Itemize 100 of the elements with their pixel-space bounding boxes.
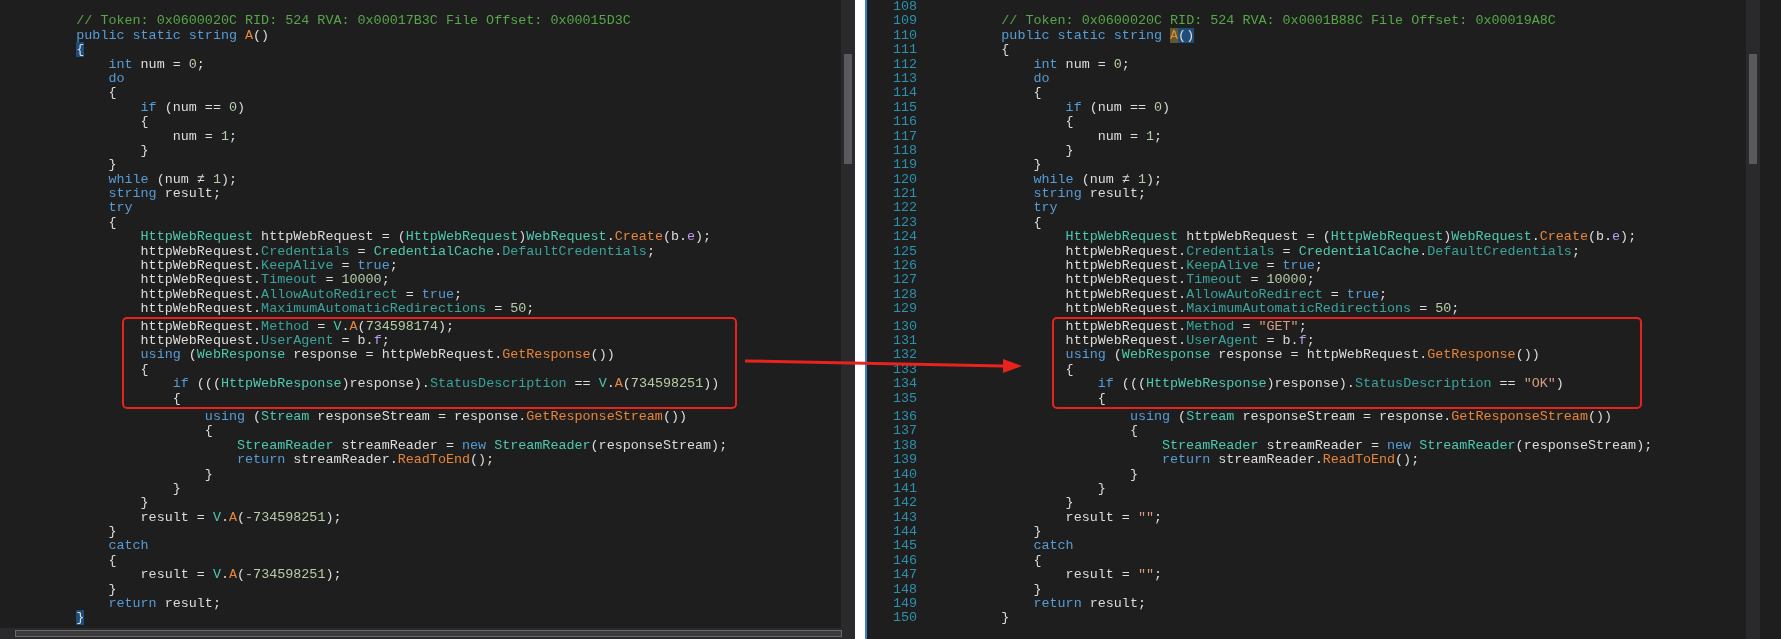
code-line: int num = 0;	[1033, 56, 1130, 72]
line-number: 113	[892, 70, 918, 86]
line-number: 149	[892, 596, 918, 611]
code-line: httpWebRequest.AllowAutoRedirect = true;	[140, 286, 463, 302]
line-number: 119	[892, 157, 918, 173]
code-line: while (num ≠ 1);	[1033, 171, 1163, 187]
code-line: using (Stream responseStream = response.GetResponseStream())	[1129, 408, 1613, 424]
code-line: try	[108, 200, 133, 216]
vertical-scrollbar[interactable]	[1746, 0, 1760, 639]
line-number: 115	[892, 99, 918, 115]
line-number: 144	[892, 524, 918, 540]
code-line: httpWebRequest.AllowAutoRedirect = true;	[1065, 286, 1388, 302]
code-line: {	[1033, 552, 1042, 568]
code-line: // Token: 0x0600020C RID: 524 RVA: 0x00017B3C File Offset: 0x00015D3C	[76, 13, 631, 29]
line-number: 124	[892, 229, 918, 245]
code-line: httpWebRequest.Credentials = CredentialCache.DefaultCredentials;	[1065, 243, 1580, 259]
line-number: 130	[892, 318, 918, 334]
line-number: 122	[892, 200, 918, 216]
line-number: 147	[892, 567, 918, 583]
line-number: 123	[892, 214, 918, 230]
code-line: if (num == 0)	[140, 99, 246, 115]
code-line: using (WebResponse response = httpWebRequest.GetResponse())	[1065, 347, 1540, 363]
line-number: 118	[892, 142, 918, 158]
line-number: 121	[892, 186, 918, 202]
line-number: 136	[892, 408, 918, 424]
code-line: using (Stream responseStream = response.GetResponseStream())	[204, 408, 687, 424]
code-line: }	[1065, 142, 1074, 158]
code-line: }	[1033, 581, 1042, 597]
line-number: 114	[892, 85, 918, 101]
line-number: 128	[892, 286, 918, 302]
code-line: result = "";	[1065, 509, 1163, 525]
code-line: catch	[1033, 538, 1074, 554]
line-number: 127	[892, 272, 918, 288]
code-line: {	[1001, 42, 1010, 58]
code-line: }	[108, 157, 117, 173]
line-number: 139	[892, 452, 918, 468]
code-line: result = V.A(-734598251);	[140, 509, 342, 525]
code-line: do	[108, 70, 125, 86]
code-line: {	[140, 114, 149, 130]
line-number: 109	[892, 13, 918, 29]
code-line: }	[108, 581, 117, 597]
code-line: {	[140, 361, 149, 377]
vertical-scrollbar[interactable]	[841, 0, 856, 628]
code-line: using (WebResponse response = httpWebRequest.GetResponse())	[140, 347, 615, 363]
line-number: 138	[892, 437, 918, 453]
line-number: 140	[892, 466, 918, 482]
code-line: try	[1033, 200, 1058, 216]
code-line: while (num ≠ 1);	[108, 171, 238, 187]
line-number: 145	[892, 538, 918, 554]
horizontal-scrollbar[interactable]	[0, 628, 856, 639]
code-line: result = "";	[1065, 567, 1163, 583]
code-line: public static string A()	[76, 27, 270, 43]
line-number: 148	[892, 581, 918, 597]
code-line: if (((HttpWebResponse)response).StatusDescription == "OK")	[1097, 376, 1564, 392]
code-line: }	[1129, 466, 1138, 482]
line-number: 132	[892, 347, 918, 363]
code-line: public static string A()	[1001, 27, 1195, 43]
line-number: 142	[892, 495, 918, 511]
code-line: {	[204, 423, 213, 439]
code-line: HttpWebRequest httpWebRequest = (HttpWebRequest)WebRequest.Create(b.e);	[140, 229, 712, 245]
code-line: httpWebRequest.UserAgent = b.f;	[140, 333, 390, 348]
line-number: 131	[892, 333, 918, 348]
code-line: do	[1033, 70, 1050, 86]
line-number: 141	[892, 480, 918, 496]
code-line: // Token: 0x0600020C RID: 524 RVA: 0x0001B88C File Offset: 0x00019A8C	[1001, 13, 1556, 29]
code-line: httpWebRequest.Credentials = CredentialCache.DefaultCredentials;	[140, 243, 655, 259]
code-line: }	[140, 142, 149, 158]
code-line: StreamReader streamReader = new StreamReader(responseStream);	[1162, 437, 1653, 453]
code-line: if (num == 0)	[1065, 99, 1171, 115]
code-line: }	[172, 480, 181, 496]
line-number: 112	[892, 56, 918, 72]
line-number: 129	[892, 301, 918, 317]
code-line: httpWebRequest.Method = "GET";	[1065, 318, 1307, 334]
code-line: httpWebRequest.UserAgent = b.f;	[1065, 333, 1315, 348]
line-number: 110	[892, 27, 918, 43]
code-line: }	[1097, 480, 1106, 496]
line-number: 120	[892, 171, 918, 187]
line-number: 134	[892, 376, 918, 392]
code-line: num = 1;	[172, 128, 237, 144]
code-line: httpWebRequest.Method = V.A(734598174);	[140, 318, 455, 334]
code-line: if (((HttpWebResponse)response).StatusDescription == V.A(734598251))	[172, 376, 720, 392]
code-line: {	[1097, 390, 1106, 406]
code-line: {	[108, 85, 117, 101]
code-line: int num = 0;	[108, 56, 205, 72]
line-number: 108	[892, 0, 918, 14]
code-line: httpWebRequest.KeepAlive = true;	[1065, 258, 1323, 274]
code-line: num = 1;	[1097, 128, 1163, 144]
line-number: 111	[892, 42, 918, 58]
code-line: StreamReader streamReader = new StreamReader(responseStream);	[237, 437, 728, 453]
code-line: }	[108, 524, 117, 540]
line-number: 117	[892, 128, 918, 144]
line-number: 143	[892, 509, 918, 525]
code-line: {	[172, 390, 181, 406]
code-line: }	[140, 495, 149, 511]
code-line: }	[1001, 610, 1010, 626]
line-number: 126	[892, 258, 918, 274]
line-number: 135	[892, 390, 918, 406]
code-line: string result;	[1033, 186, 1146, 202]
code-line: return result;	[108, 596, 221, 611]
code-line: return streamReader.ReadToEnd();	[1162, 452, 1420, 468]
